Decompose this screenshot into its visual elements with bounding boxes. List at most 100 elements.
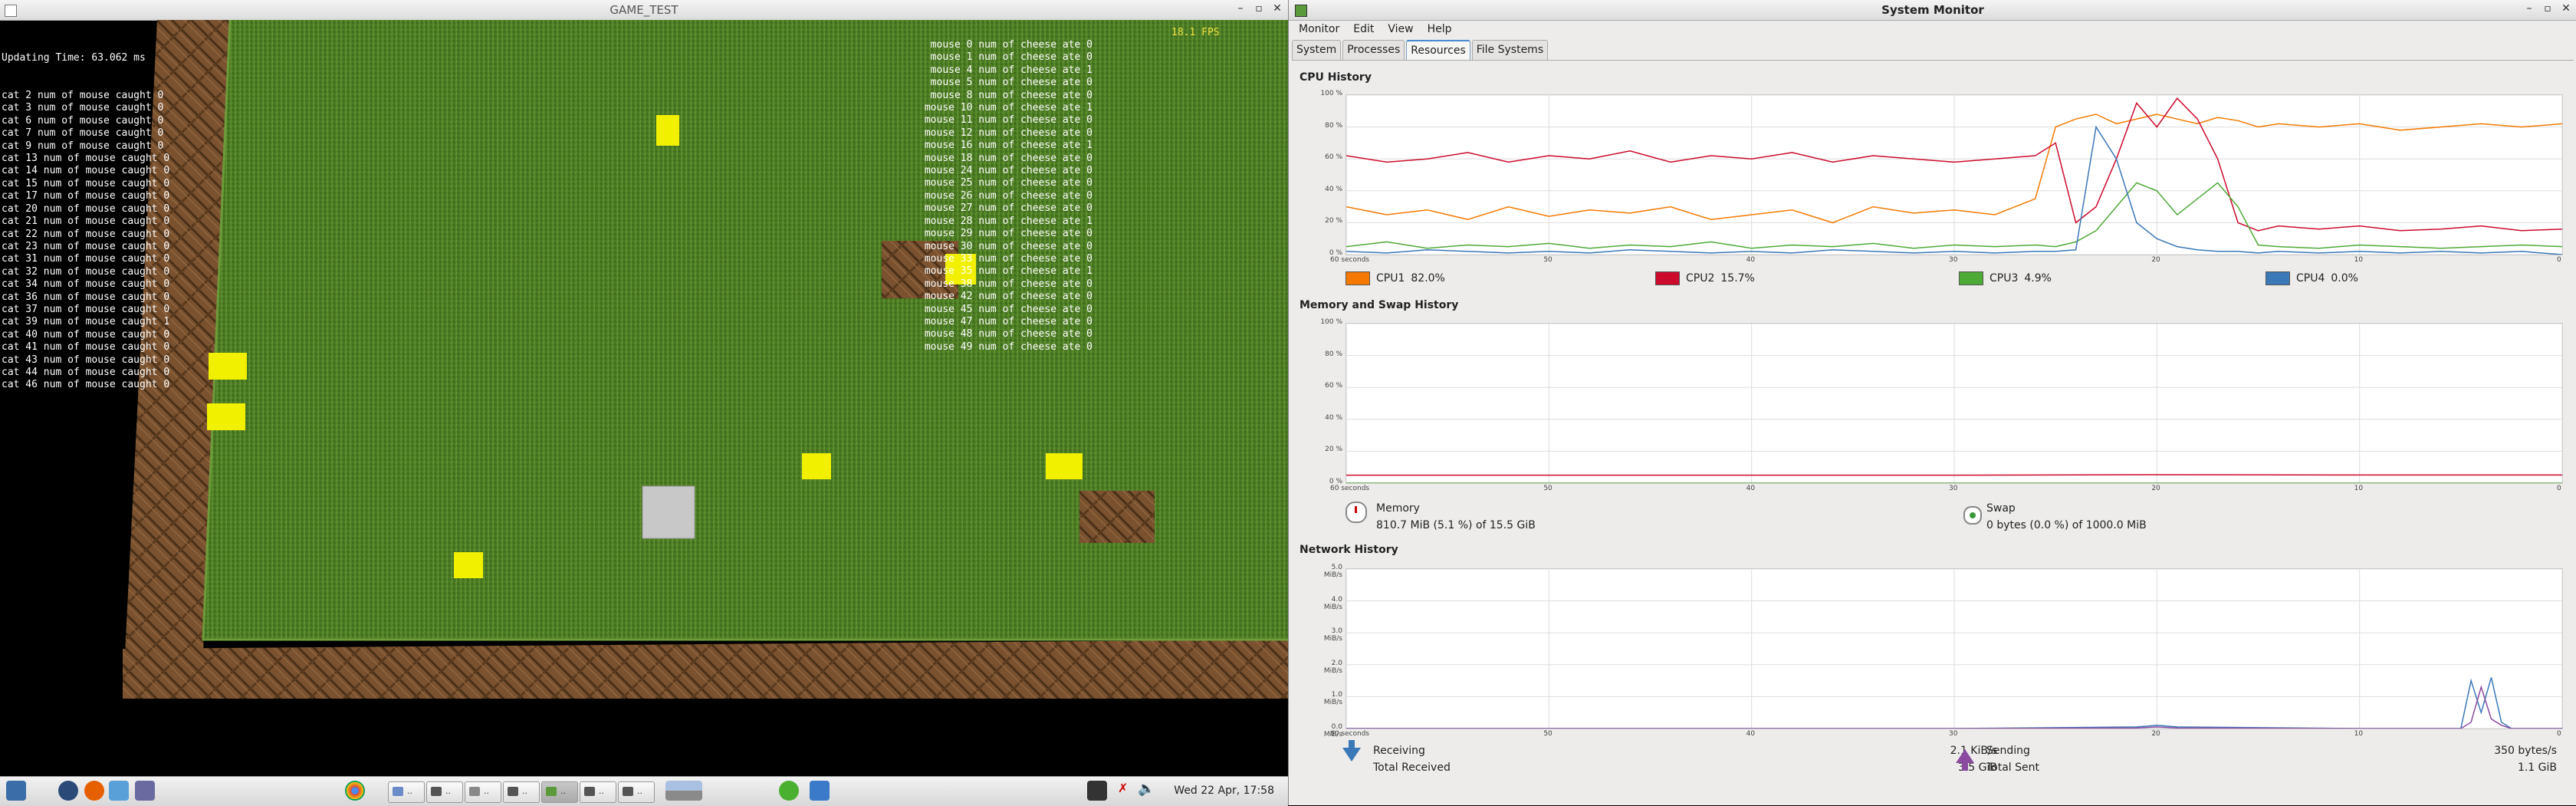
window-list-icon[interactable] bbox=[810, 781, 830, 801]
swap-label: Swap bbox=[1986, 502, 2016, 515]
chrome-icon[interactable] bbox=[345, 781, 365, 801]
y-tick-label: 60 % bbox=[1325, 382, 1342, 390]
cat-stat-line: cat 6 num of mouse caught 0 bbox=[2, 114, 164, 127]
menu-view[interactable]: View bbox=[1382, 20, 1418, 38]
cat-stat-line: cat 13 num of mouse caught 0 bbox=[2, 153, 170, 165]
color-swatch[interactable] bbox=[1655, 271, 1680, 285]
close-icon[interactable]: ✕ bbox=[2560, 2, 2572, 15]
receiving-arrow-icon[interactable] bbox=[1342, 748, 1361, 762]
cpu-legend-label: CPU1 bbox=[1376, 272, 1405, 285]
minimize-icon[interactable]: – bbox=[2523, 2, 2535, 15]
terminal-icon bbox=[623, 787, 633, 796]
y-tick-label: 60 % bbox=[1325, 153, 1342, 162]
menu-icon[interactable] bbox=[6, 781, 26, 801]
mouse-stat-line: mouse 42 num of cheese ate 0 bbox=[924, 291, 1092, 303]
cat-stat-line: cat 22 num of mouse caught 0 bbox=[2, 228, 170, 240]
cpu-legend-label: CPU4 bbox=[2296, 272, 2325, 285]
x-tick-label: 30 bbox=[1949, 485, 1958, 492]
volume-icon[interactable]: 🔈 bbox=[1138, 781, 1155, 801]
mouse-stat-line: mouse 38 num of cheese ate 0 bbox=[924, 278, 1092, 290]
terminal-icon bbox=[584, 787, 595, 796]
cpu-legend-item[interactable]: CPU2 15.7% bbox=[1655, 271, 1755, 285]
x-tick-label: 50 bbox=[1543, 256, 1552, 264]
app-icon[interactable] bbox=[109, 781, 129, 801]
memory-label: Memory bbox=[1376, 502, 1420, 515]
x-tick-label: 50 bbox=[1543, 730, 1552, 738]
taskbar-window[interactable]: .. bbox=[618, 781, 655, 803]
cpu-legend-value: 0.0% bbox=[2331, 272, 2358, 285]
x-tick-label: 10 bbox=[2354, 730, 2364, 738]
taskbar-window[interactable]: .. bbox=[503, 781, 540, 803]
network-tray-icon[interactable]: ✗ bbox=[1118, 781, 1132, 801]
y-tick-label: 20 % bbox=[1325, 446, 1342, 454]
taskbar-window-active[interactable]: .. bbox=[541, 781, 578, 803]
taskbar-window[interactable]: .. bbox=[580, 781, 616, 803]
cpu-legend-item[interactable]: CPU3 4.9% bbox=[1959, 271, 2052, 285]
terminal-icon bbox=[431, 787, 442, 796]
monitor-tray-icon[interactable] bbox=[1087, 781, 1107, 801]
tab-system[interactable]: System bbox=[1292, 40, 1342, 60]
color-swatch[interactable] bbox=[2266, 271, 2290, 285]
y-tick-label: 1.0 MiB/s bbox=[1323, 691, 1342, 707]
game-viewport[interactable]: Updating Time: 63.062 ms cat 2 num of mo… bbox=[0, 20, 1288, 776]
x-tick-label: 10 bbox=[2354, 485, 2364, 492]
menu-edit[interactable]: Edit bbox=[1348, 20, 1379, 38]
cat-stat-line: cat 41 num of mouse caught 0 bbox=[2, 341, 170, 354]
cat-stat-line: cat 2 num of mouse caught 0 bbox=[2, 90, 164, 102]
cpu-legend-item[interactable]: CPU4 0.0% bbox=[2266, 271, 2358, 285]
x-tick-label: 40 bbox=[1746, 730, 1756, 738]
tab-processes[interactable]: Processes bbox=[1342, 40, 1405, 60]
menu-help[interactable]: Help bbox=[1422, 20, 1457, 38]
sysmon-titlebar[interactable]: System Monitor – ▫ ✕ bbox=[1289, 0, 2576, 21]
menu-monitor[interactable]: Monitor bbox=[1293, 20, 1345, 38]
cpu-legend-item[interactable]: CPU1 82.0% bbox=[1346, 271, 1445, 285]
maximize-icon[interactable]: ▫ bbox=[2542, 2, 2554, 15]
workspace-switcher-icon[interactable] bbox=[665, 781, 702, 801]
cat-stat-line: cat 37 num of mouse caught 0 bbox=[2, 303, 170, 315]
x-tick-label: 0 bbox=[2557, 485, 2561, 492]
maximize-icon[interactable]: ▫ bbox=[1253, 2, 1265, 15]
x-tick-label: 20 bbox=[2151, 485, 2160, 492]
cpu-legend-value: 82.0% bbox=[1411, 272, 1445, 285]
color-swatch[interactable] bbox=[1959, 271, 1983, 285]
window-icon bbox=[469, 787, 480, 796]
memory-pie-icon[interactable] bbox=[1346, 502, 1367, 523]
sending-arrow-icon[interactable] bbox=[1956, 749, 1974, 763]
sending-arrow-stem bbox=[1962, 763, 1968, 771]
mouse-stat-line: mouse 4 num of cheese ate 1 bbox=[930, 64, 1092, 76]
mouse-stat-line: mouse 1 num of cheese ate 0 bbox=[930, 51, 1092, 64]
taskbar-window[interactable]: .. bbox=[388, 781, 425, 803]
mouse-stat-line: mouse 28 num of cheese ate 1 bbox=[924, 215, 1092, 227]
mouse-stat-line: mouse 10 num of cheese ate 1 bbox=[924, 102, 1092, 114]
close-icon[interactable]: ✕ bbox=[1271, 2, 1283, 15]
y-tick-label: 4.0 MiB/s bbox=[1323, 595, 1342, 611]
cat-stat-line: cat 21 num of mouse caught 0 bbox=[2, 215, 170, 228]
y-tick-label: 100 % bbox=[1320, 318, 1342, 326]
tab-resources[interactable]: Resources bbox=[1406, 40, 1470, 60]
x-tick-label: 20 bbox=[2151, 730, 2160, 738]
color-swatch[interactable] bbox=[1346, 271, 1370, 285]
mouse-stat-line: mouse 24 num of cheese ate 0 bbox=[924, 165, 1092, 177]
y-tick-label: 3.0 MiB/s bbox=[1323, 627, 1342, 643]
x-tick-label: 60 seconds bbox=[1330, 730, 1370, 738]
graph-canvas bbox=[1346, 323, 2563, 484]
game-titlebar[interactable]: GAME_TEST – ▫ ✕ bbox=[0, 0, 1288, 21]
firefox-icon[interactable] bbox=[84, 781, 104, 801]
mouse-stat-line: mouse 45 num of cheese ate 0 bbox=[924, 303, 1092, 315]
bottom-wall bbox=[123, 640, 1288, 699]
swap-pie-icon[interactable] bbox=[1963, 506, 1982, 525]
cat-stat-line: cat 31 num of mouse caught 0 bbox=[2, 253, 170, 265]
mouse-stat-line: mouse 29 num of cheese ate 0 bbox=[924, 228, 1092, 240]
cat-stat-line: cat 46 num of mouse caught 0 bbox=[2, 379, 170, 391]
taskbar-window[interactable]: .. bbox=[465, 781, 501, 803]
running-man-icon[interactable] bbox=[779, 781, 799, 801]
minimize-icon[interactable]: – bbox=[1234, 2, 1247, 15]
tab-file-systems[interactable]: File Systems bbox=[1471, 40, 1549, 60]
taskbar-window[interactable]: .. bbox=[426, 781, 463, 803]
y-tick-label: 2.0 MiB/s bbox=[1323, 659, 1342, 675]
y-tick-label: 80 % bbox=[1325, 350, 1342, 358]
help-icon[interactable] bbox=[135, 781, 155, 801]
thunderbird-icon[interactable] bbox=[58, 781, 78, 801]
mouse-stat-line: mouse 27 num of cheese ate 0 bbox=[924, 202, 1092, 215]
clock[interactable]: Wed 22 Apr, 17:58 bbox=[1174, 785, 1274, 797]
